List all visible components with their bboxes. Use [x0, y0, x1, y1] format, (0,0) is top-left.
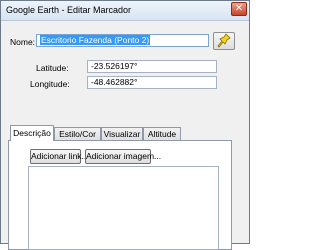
longitude-label: Longitude:: [30, 79, 70, 89]
close-button[interactable]: ✕: [231, 2, 247, 16]
name-field[interactable]: Escritorio Fazenda (Ponto 2): [36, 34, 209, 47]
longitude-field[interactable]: -48.462882°: [87, 76, 217, 89]
tab-altitude[interactable]: Altitude: [143, 127, 181, 140]
pushpin-icon: [217, 33, 231, 48]
tab-description[interactable]: Descrição: [10, 125, 54, 141]
add-link-button[interactable]: Adicionar link...: [30, 149, 89, 164]
latitude-label: Latitude:: [36, 63, 69, 73]
name-field-value: Escritorio Fazenda (Ponto 2): [40, 35, 151, 45]
name-label: Nome:: [10, 37, 36, 47]
window-title: Google Earth - Editar Marcador: [6, 5, 132, 15]
description-textarea[interactable]: [28, 166, 219, 250]
latitude-field[interactable]: -23.526197°: [87, 60, 217, 73]
placemark-icon-button[interactable]: [213, 32, 235, 50]
tab-view[interactable]: Visualizar: [101, 127, 143, 140]
edit-placemark-dialog: Google Earth - Editar Marcador ✕ Nome: E…: [0, 0, 250, 250]
title-bar[interactable]: Google Earth - Editar Marcador ✕: [1, 1, 249, 21]
tab-style-color[interactable]: Estilo/Cor: [54, 127, 101, 140]
add-image-button[interactable]: Adicionar imagem...: [85, 149, 161, 164]
